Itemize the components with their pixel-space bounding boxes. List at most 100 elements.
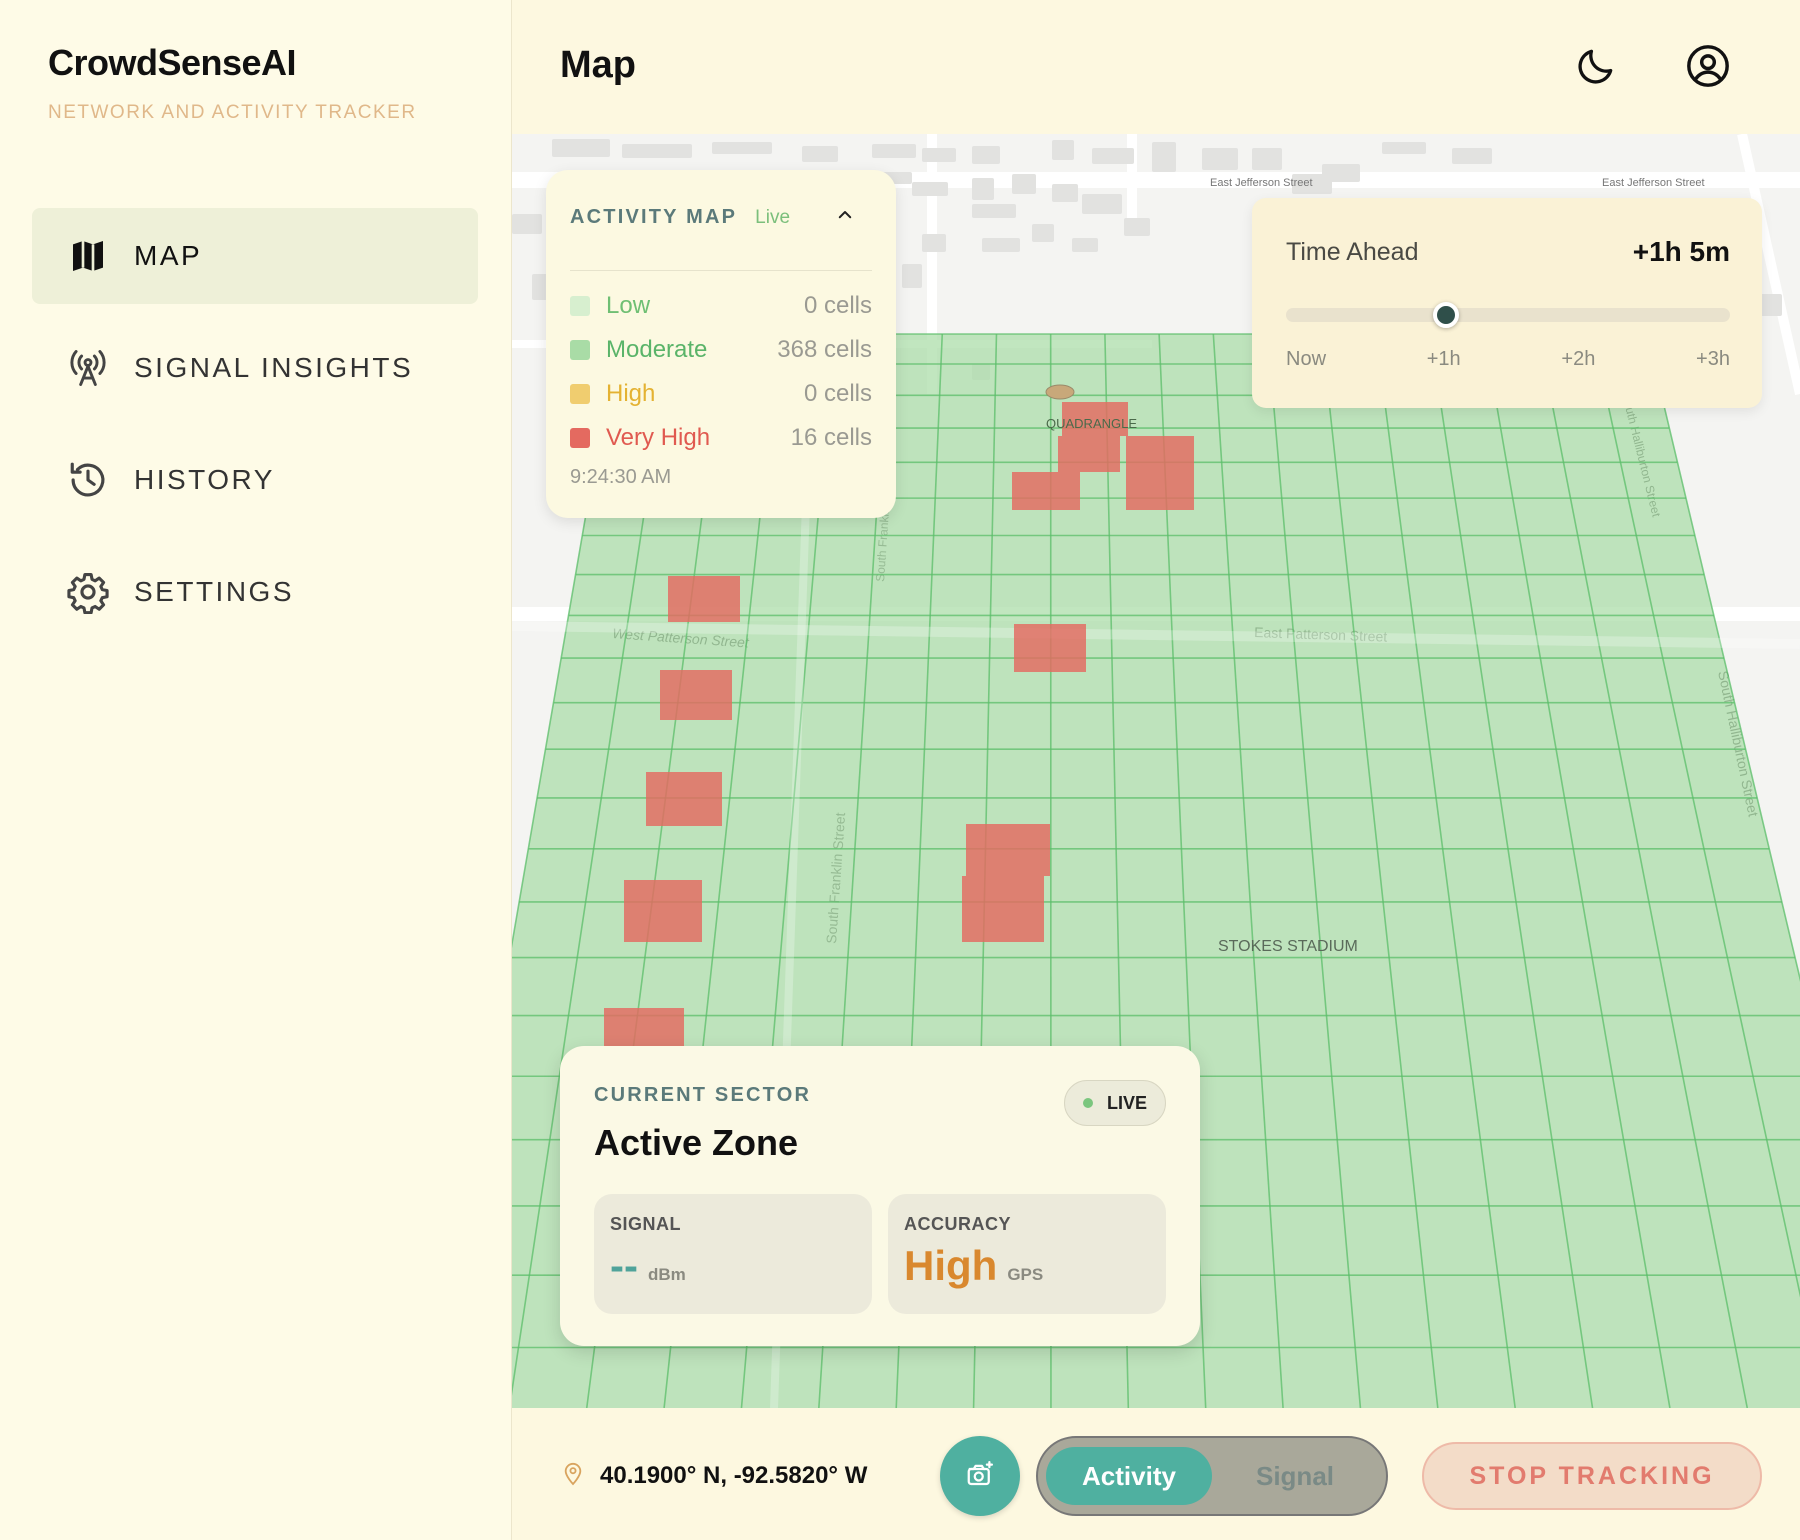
- signal-value: --: [610, 1242, 638, 1289]
- sidebar-item-label: MAP: [134, 240, 203, 271]
- map-building: [1452, 148, 1492, 164]
- legend-row: Moderate 368 cells: [570, 334, 872, 366]
- map-street-label: QUADRANGLE: [1046, 416, 1137, 431]
- tick-label: +3h: [1696, 348, 1730, 370]
- sidebar-item-label: SETTINGS: [134, 576, 295, 607]
- mode-activity-option[interactable]: Activity: [1046, 1447, 1212, 1505]
- top-header: Map: [512, 0, 1800, 134]
- map-building: [922, 148, 956, 162]
- theme-toggle-button[interactable]: [1572, 44, 1620, 92]
- hot-cell: [1014, 624, 1086, 672]
- gear-icon: [66, 570, 110, 614]
- legend-label: Low: [606, 292, 651, 319]
- hot-cell: [1126, 436, 1194, 472]
- legend-swatch: [570, 384, 590, 404]
- collapse-legend-button[interactable]: [830, 202, 860, 232]
- antenna-icon: [66, 346, 110, 390]
- map-building: [512, 214, 542, 234]
- map-street-label: STOKES STADIUM: [1218, 938, 1358, 955]
- hot-cell: [646, 772, 722, 826]
- hot-cell: [604, 1008, 684, 1048]
- hot-cell: [1126, 472, 1194, 510]
- live-badge: LIVE: [1063, 1080, 1166, 1126]
- hot-cell: [1058, 436, 1120, 472]
- map-building: [1202, 148, 1238, 170]
- legend-swatch: [570, 296, 590, 316]
- map-building: [1092, 148, 1134, 164]
- slider-thumb[interactable]: [1432, 302, 1459, 328]
- stop-tracking-button[interactable]: STOP TRACKING: [1422, 1442, 1762, 1510]
- map-building: [1082, 194, 1122, 214]
- time-ahead-slider[interactable]: [1286, 302, 1730, 328]
- sidebar-item-history[interactable]: HISTORY: [32, 432, 478, 528]
- map-building: [1052, 184, 1078, 202]
- app-brand: CrowdSenseAI: [48, 42, 297, 83]
- map-building: [802, 146, 838, 162]
- hot-cell: [966, 824, 1050, 876]
- live-dot-icon: [1082, 1098, 1093, 1108]
- moon-icon: [1574, 44, 1618, 93]
- accuracy-value: High: [904, 1242, 998, 1289]
- legend-title: ACTIVITY MAP: [570, 206, 738, 228]
- accuracy-unit: GPS: [1007, 1265, 1044, 1284]
- map-building: [1124, 218, 1150, 236]
- page-title: Map: [560, 44, 636, 86]
- legend-row: High 0 cells: [570, 378, 872, 410]
- history-icon: [66, 458, 110, 502]
- signal-unit: dBm: [647, 1265, 686, 1284]
- legend-count: 16 cells: [790, 424, 872, 451]
- accuracy-label: ACCURACY: [904, 1214, 1011, 1234]
- coordinates-text: 40.1900° N, -92.5820° W: [600, 1461, 868, 1489]
- hot-cell: [668, 576, 740, 622]
- tick-label: Now: [1286, 348, 1327, 370]
- legend-row: Very High 16 cells: [570, 422, 872, 454]
- map-building: [1072, 238, 1098, 252]
- map-building: [972, 146, 1000, 164]
- sidebar: CrowdSenseAI NETWORK AND ACTIVITY TRACKE…: [0, 0, 512, 1540]
- activity-legend-card: ACTIVITY MAP Live Low 0 cells Moderate 368 …: [546, 170, 896, 518]
- sidebar-item-settings[interactable]: SETTINGS: [32, 544, 478, 640]
- map-building: [1252, 148, 1282, 170]
- app-tagline: NETWORK AND ACTIVITY TRACKER: [48, 102, 417, 123]
- sidebar-item-signal-insights[interactable]: SIGNAL INSIGHTS: [32, 320, 478, 416]
- map-building: [712, 142, 772, 154]
- map-building: [1052, 140, 1074, 160]
- camera-icon: [965, 1459, 995, 1494]
- map-building: [902, 264, 922, 288]
- map-building: [1322, 164, 1360, 182]
- map-building: [972, 178, 994, 200]
- legend-status: Live: [755, 206, 791, 228]
- tick-label: +2h: [1561, 348, 1596, 370]
- chevron-up-icon: [836, 206, 854, 229]
- sector-label: CURRENT SECTOR: [594, 1084, 812, 1106]
- map-building: [622, 144, 692, 158]
- sector-name: Active Zone: [594, 1122, 799, 1163]
- map-marker: [1045, 384, 1075, 400]
- legend-count: 0 cells: [803, 380, 872, 407]
- capture-button[interactable]: [940, 1436, 1020, 1516]
- live-badge-label: LIVE: [1106, 1092, 1147, 1113]
- user-circle-icon: [1685, 43, 1731, 94]
- time-ahead-label: Time Ahead: [1286, 238, 1419, 266]
- legend-label: Very High: [606, 424, 711, 451]
- account-button[interactable]: [1684, 44, 1732, 92]
- map-building: [872, 144, 916, 158]
- map-building: [922, 234, 946, 252]
- map-building: [552, 139, 610, 157]
- sidebar-item-map[interactable]: MAP: [32, 208, 478, 304]
- hot-cell: [962, 876, 1044, 942]
- accuracy-metric: ACCURACY High GPS: [888, 1194, 1166, 1314]
- bottom-toolbar: 40.1900° N, -92.5820° W Activity Signal …: [512, 1408, 1800, 1540]
- legend-swatch: [570, 428, 590, 448]
- hot-cell: [624, 880, 702, 942]
- map-building: [1032, 224, 1054, 242]
- map-building: [1382, 142, 1426, 154]
- map-building: [1152, 142, 1176, 172]
- legend-timestamp: 9:24:30 AM: [570, 466, 672, 488]
- map-street-label: East Jefferson Street: [1210, 177, 1313, 189]
- coordinates-readout: 40.1900° N, -92.5820° W: [562, 1460, 867, 1491]
- map-building: [1012, 174, 1036, 194]
- legend-divider: [570, 270, 872, 271]
- mode-signal-option[interactable]: Signal: [1212, 1447, 1378, 1505]
- signal-label: SIGNAL: [610, 1214, 682, 1234]
